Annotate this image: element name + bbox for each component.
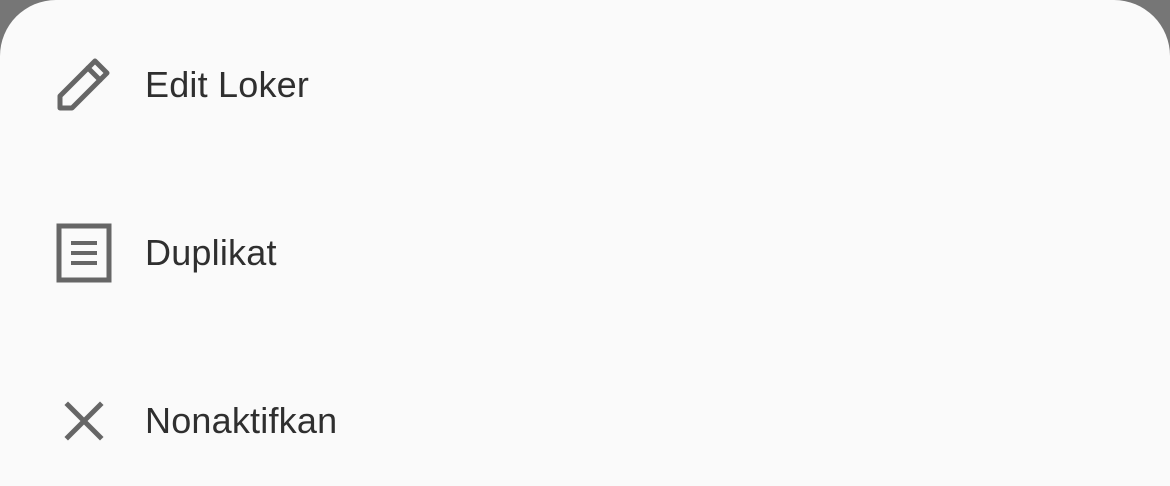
menu-item-label: Edit Loker [145, 64, 310, 105]
menu-item-label: Duplikat [145, 232, 277, 273]
document-icon [54, 223, 114, 283]
deactivate-button[interactable]: Nonaktifkan [0, 361, 1170, 481]
edit-loker-button[interactable]: Edit Loker [0, 25, 1170, 145]
close-icon [54, 391, 114, 451]
bottom-sheet: Edit Loker Duplikat Nonaktifkan [0, 0, 1170, 486]
pencil-icon [54, 55, 114, 115]
menu-item-label: Nonaktifkan [145, 400, 338, 441]
duplicate-button[interactable]: Duplikat [0, 193, 1170, 313]
